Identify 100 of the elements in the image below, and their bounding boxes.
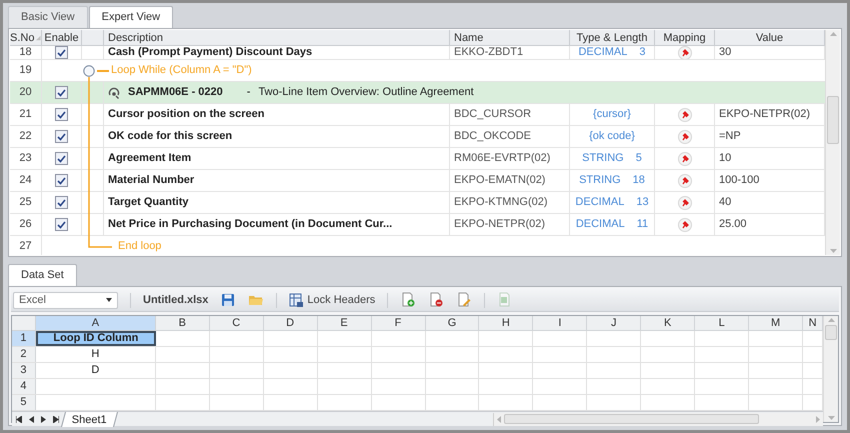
column-header[interactable]: Enable xyxy=(44,30,79,46)
tab[interactable]: Basic View xyxy=(8,6,88,28)
horizontal-scrollbar[interactable] xyxy=(493,412,823,426)
checkbox[interactable] xyxy=(55,218,68,231)
column-header[interactable]: Type & Length xyxy=(576,30,648,46)
scroll-thumb[interactable] xyxy=(827,96,839,144)
row-number: 25 xyxy=(10,192,42,214)
row-number: 18 xyxy=(10,46,42,60)
field-description: Target Quantity xyxy=(108,195,188,210)
pin-icon[interactable] xyxy=(678,174,692,188)
pin-icon[interactable] xyxy=(678,196,692,210)
last-sheet-icon[interactable] xyxy=(53,416,59,422)
field-name: RM06E-EVRTP(02) xyxy=(454,151,550,166)
field-value: 25.00 xyxy=(719,217,747,232)
scroll-thumb[interactable] xyxy=(825,325,837,340)
column-header[interactable]: Description xyxy=(108,30,164,46)
scroll-thumb[interactable] xyxy=(504,414,759,424)
column-header[interactable]: H xyxy=(479,316,534,330)
row-header[interactable]: 1 xyxy=(12,331,36,346)
edit-sheet-icon[interactable] xyxy=(456,292,472,308)
checkbox[interactable] xyxy=(55,196,68,209)
column-header[interactable]: Value xyxy=(756,30,784,46)
field-description: Net Price in Purchasing Document (in Document Cur... xyxy=(108,217,392,232)
column-header[interactable]: C xyxy=(210,316,264,330)
row-number: 22 xyxy=(10,126,42,148)
field-description: OK code for this screen xyxy=(108,129,232,144)
pin-icon[interactable] xyxy=(678,152,692,166)
field-length: 13 xyxy=(636,195,649,210)
next-sheet-icon[interactable] xyxy=(41,416,46,422)
vertical-scrollbar[interactable] xyxy=(823,316,838,422)
field-value: 30 xyxy=(719,46,732,59)
pin-icon[interactable] xyxy=(678,130,692,144)
save-icon[interactable] xyxy=(220,292,236,308)
column-header[interactable]: A xyxy=(36,316,156,330)
checkbox[interactable] xyxy=(55,46,68,59)
sheet-tab[interactable]: Sheet1 xyxy=(61,412,118,426)
tab[interactable]: Data Set xyxy=(8,264,77,286)
checkbox[interactable] xyxy=(55,174,68,187)
loop-label: Loop While (Column A = "D") xyxy=(111,63,252,78)
field-name: EKPO-EMATN(02) xyxy=(454,173,546,188)
field-length: 18 xyxy=(632,173,645,188)
loop-label: End loop xyxy=(118,239,162,254)
column-header[interactable]: E xyxy=(318,316,372,330)
row-number: 20 xyxy=(10,82,42,103)
first-sheet-icon[interactable] xyxy=(16,416,22,422)
field-value: 40 xyxy=(719,195,732,210)
column-header[interactable]: I xyxy=(533,316,588,330)
previous-sheet-icon[interactable] xyxy=(29,416,34,422)
column-header[interactable]: D xyxy=(264,316,318,330)
row-header[interactable]: 3 xyxy=(12,363,36,378)
column-header[interactable]: Name xyxy=(454,30,484,46)
sheet-cell[interactable]: D xyxy=(36,363,156,378)
vertical-scrollbar[interactable] xyxy=(825,30,840,255)
column-header[interactable]: K xyxy=(641,316,696,330)
field-value: 100-100 xyxy=(719,173,760,188)
field-type: STRING xyxy=(582,151,624,166)
pin-icon[interactable] xyxy=(678,108,692,122)
tab[interactable]: Expert View xyxy=(88,6,174,28)
remove-sheet-icon[interactable] xyxy=(428,292,444,308)
column-header[interactable]: S.No xyxy=(10,30,34,46)
row-header[interactable]: 5 xyxy=(12,395,36,410)
row-number: 19 xyxy=(10,60,42,81)
checkbox[interactable] xyxy=(55,152,68,165)
column-header[interactable]: F xyxy=(372,316,426,330)
row-header[interactable]: 4 xyxy=(12,379,36,394)
field-description: Material Number xyxy=(108,173,194,188)
checkbox[interactable] xyxy=(55,86,68,99)
field-type: DECIMAL xyxy=(575,195,624,210)
screen-title: Two-Line Item Overview: Outline Agreement xyxy=(258,85,474,100)
field-length: 11 xyxy=(636,217,648,232)
field-length: 3 xyxy=(639,46,646,59)
field-type: DECIMAL xyxy=(576,217,625,232)
row-number: 26 xyxy=(10,214,42,236)
row-header[interactable]: 2 xyxy=(12,347,36,362)
lock-headers-button[interactable]: Lock Headers xyxy=(289,292,376,308)
file-name: Untitled.xlsx xyxy=(143,292,208,308)
checkbox[interactable] xyxy=(55,130,68,143)
field-type: DECIMAL xyxy=(578,46,628,59)
column-header[interactable]: Mapping xyxy=(663,30,706,46)
field-type: {ok code} xyxy=(589,129,635,144)
pin-icon[interactable] xyxy=(678,46,692,59)
sheet-cell[interactable]: H xyxy=(36,347,156,362)
screen-program: SAPMM06E - 0220 xyxy=(128,85,223,100)
field-value: EKPO-NETPR(02) xyxy=(719,107,810,122)
add-sheet-icon[interactable] xyxy=(400,292,416,308)
column-header[interactable]: M xyxy=(749,316,804,330)
table-lock-icon xyxy=(289,292,304,308)
column-header[interactable]: L xyxy=(695,316,750,330)
source-dropdown[interactable]: Excel xyxy=(13,292,118,308)
column-header[interactable]: G xyxy=(426,316,480,330)
row-number: 27 xyxy=(10,236,42,255)
field-type: STRING xyxy=(579,173,621,188)
row-number: 23 xyxy=(10,148,42,170)
field-name: BDC_OKCODE xyxy=(454,129,532,144)
pin-icon[interactable] xyxy=(678,218,692,232)
column-header[interactable]: J xyxy=(587,316,642,330)
checkbox[interactable] xyxy=(55,108,68,121)
sheet-cell[interactable]: Loop ID Column xyxy=(36,331,156,346)
column-header[interactable]: B xyxy=(156,316,210,330)
loop-node-icon[interactable] xyxy=(83,64,95,76)
